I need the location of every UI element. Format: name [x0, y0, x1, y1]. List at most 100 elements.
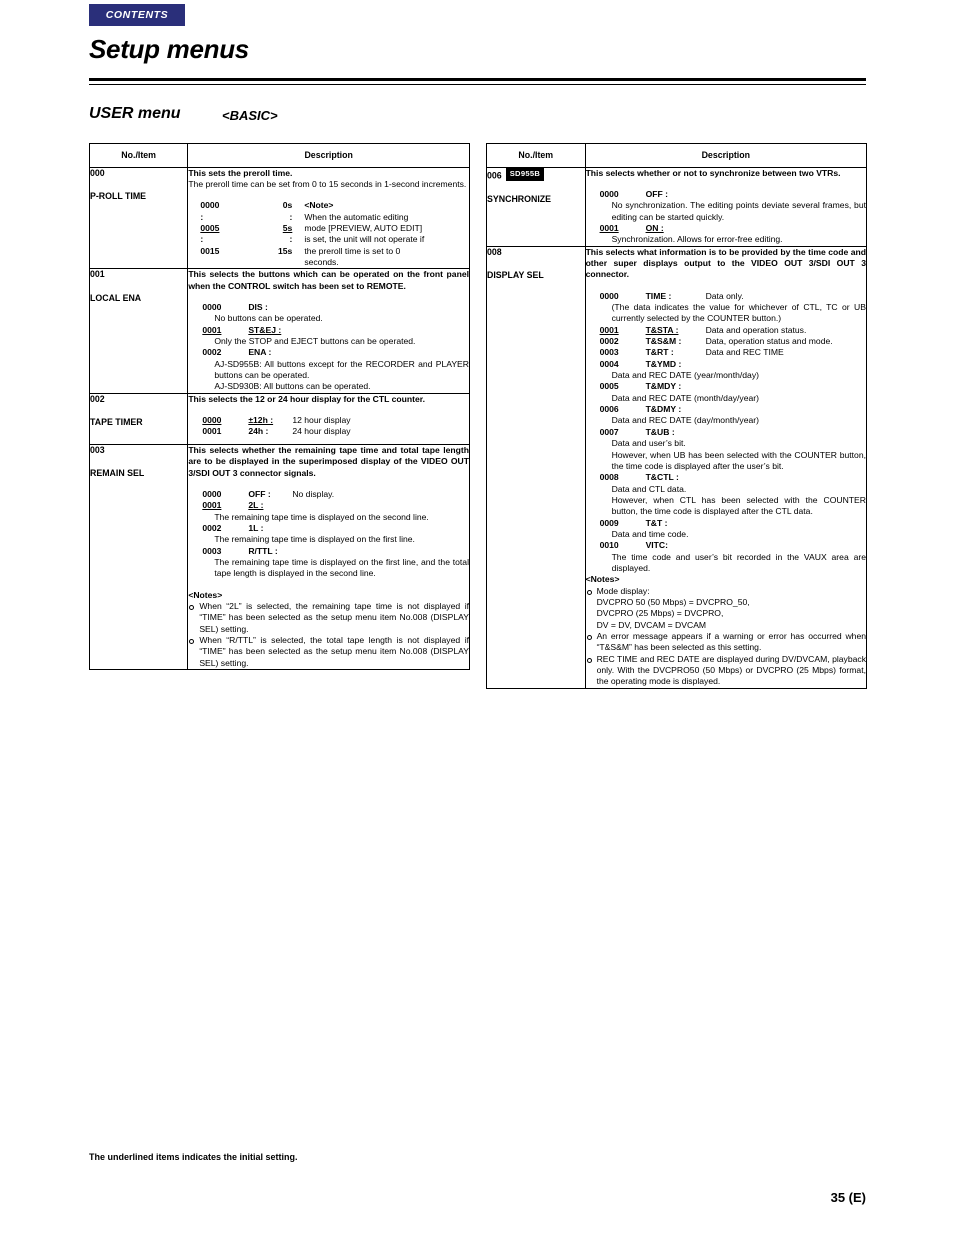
- option-value: T&RT :: [645, 347, 674, 358]
- table-row: 008 DISPLAY SEL This selects what inform…: [486, 245, 868, 689]
- item-name: P-ROLL TIME: [90, 191, 147, 202]
- item-number: 008: [487, 246, 502, 257]
- table-header-row: No./Item Description: [88, 143, 470, 168]
- notes-title: <Notes>: [188, 589, 223, 600]
- option-row: 0005 T&MDY :: [600, 381, 866, 392]
- note-item: An error message appears if a warning or…: [586, 631, 866, 654]
- section-subtitle: <BASIC>: [222, 108, 278, 123]
- description-heading: This selects the 12 or 24 hour display f…: [188, 393, 426, 404]
- header-description: Description: [187, 143, 470, 168]
- option-row: 0001 2L :: [202, 500, 469, 511]
- note-item: Mode display: DVCPRO 50 (50 Mbps) = DVCP…: [586, 586, 866, 631]
- option-code: 0002: [202, 522, 222, 533]
- note-item: REC TIME and REC DATE are displayed duri…: [586, 654, 866, 688]
- option-value: ST&EJ :: [248, 324, 282, 335]
- sd955b-badge: SD955B: [505, 167, 545, 181]
- option-code: 0000: [202, 488, 222, 499]
- preroll-note: seconds.: [304, 257, 339, 268]
- preroll-code: 0005: [200, 222, 220, 233]
- option-code: 0008: [599, 472, 619, 483]
- option-value: T&YMD :: [645, 358, 682, 369]
- footnote: The underlined items indicates the initi…: [89, 1152, 298, 1162]
- option-code: 0000: [599, 188, 619, 199]
- option-row: 0002 1L :: [202, 523, 469, 534]
- option-row: 0004 T&YMD :: [600, 359, 866, 370]
- note-item: When “R/TTL” is selected, the total tape…: [188, 635, 469, 669]
- page-title: Setup menus: [89, 34, 249, 64]
- note-item: When “2L” is selected, the remaining tap…: [188, 601, 469, 635]
- option-desc: The remaining tape time is displayed on …: [214, 534, 415, 545]
- row-description: This selects whether the remaining tape …: [187, 443, 470, 671]
- option-row: 0003 T&RT : Data and REC TIME: [600, 347, 866, 358]
- option-desc: No display.: [292, 488, 335, 499]
- item-name: SYNCHRONIZE: [487, 193, 552, 204]
- item-name: DISPLAY SEL: [487, 270, 544, 281]
- option-value: 1L :: [248, 522, 264, 533]
- option-code: 0010: [599, 540, 619, 551]
- table-row: 003 REMAIN SEL This selects whether the …: [88, 443, 470, 671]
- header-no-item: No./Item: [486, 143, 586, 168]
- preroll-note: <Note>: [304, 200, 334, 211]
- item-name: TAPE TIMER: [90, 417, 143, 428]
- preroll-value: 0s: [282, 200, 293, 211]
- option-row: 0000 TIME : Data only.: [600, 291, 866, 302]
- option-code: 0001: [202, 426, 222, 437]
- option-desc: AJ-SD955B: All buttons except for the RE…: [214, 358, 469, 381]
- option-value: ±12h :: [248, 415, 274, 426]
- user-menu-table-right: No./Item Description 006 SD955B SYNCHRONI…: [486, 143, 868, 689]
- option-value: ON :: [645, 222, 664, 233]
- option-desc: Data and user’s bit. However, when UB ha…: [611, 438, 866, 471]
- option-desc: Only the STOP and EJECT buttons can be o…: [214, 336, 416, 347]
- preroll-value: :: [289, 211, 293, 222]
- option-desc: Data and REC DATE (year/month/day): [611, 370, 759, 381]
- option-value: OFF :: [645, 188, 668, 199]
- option-inline: Data only.: [705, 290, 744, 301]
- option-code: 0001: [599, 222, 619, 233]
- option-value: 2L :: [248, 500, 264, 511]
- row-description: This sets the preroll time. The preroll …: [187, 166, 470, 270]
- table-row: 000 P-ROLL TIME This sets the preroll ti…: [88, 166, 470, 270]
- preroll-note: is set, the unit will not operate if: [304, 234, 425, 245]
- option-desc: Data and CTL data. However, when CTL has…: [611, 483, 866, 517]
- option-row: 0007 T&UB :: [600, 427, 866, 438]
- contents-tab[interactable]: CONTENTS: [89, 4, 185, 26]
- option-value: T&STA :: [645, 324, 679, 335]
- option-code: 0002: [599, 336, 619, 347]
- option-desc: The time code and user’s bit recorded in…: [611, 551, 866, 573]
- item-number: 003: [90, 444, 105, 455]
- option-value: DIS :: [248, 302, 268, 313]
- option-value: TIME :: [645, 290, 672, 301]
- preroll-value: :: [289, 234, 293, 245]
- item-number: 001: [90, 269, 105, 280]
- preroll-note: the preroll time is set to 0: [304, 245, 401, 256]
- row-no-item: 003 REMAIN SEL: [88, 443, 189, 671]
- option-code: 0000: [202, 302, 222, 313]
- option-code: 0001: [202, 500, 222, 511]
- row-description: This selects the buttons which can be op…: [187, 268, 470, 394]
- preroll-code: :: [200, 211, 204, 222]
- description-body: The preroll time can be set from 0 to 15…: [188, 178, 467, 189]
- title-rule-thin: [89, 84, 866, 85]
- preroll-note: mode [PREVIEW, AUTO EDIT]: [304, 222, 423, 233]
- option-desc: No synchronization. The editing points d…: [611, 200, 866, 222]
- option-row: 0001 24h : 24 hour display: [202, 426, 469, 437]
- option-desc: (The data indicates the value for whiche…: [611, 302, 866, 324]
- table-row: 002 TAPE TIMER This selects the 12 or 24…: [88, 392, 470, 445]
- option-row: 0002 ENA :: [202, 347, 469, 358]
- preroll-note: When the automatic editing: [304, 211, 409, 222]
- option-code: 0001: [202, 324, 222, 335]
- option-desc: No buttons can be operated.: [214, 313, 323, 324]
- option-code: 0001: [599, 324, 619, 335]
- preroll-code: 0015: [200, 245, 220, 256]
- option-row: 0001 ST&EJ :: [202, 325, 469, 336]
- option-code: 0005: [599, 381, 619, 392]
- preroll-value: 5s: [282, 222, 293, 233]
- option-code: 0003: [599, 347, 619, 358]
- description-heading: This selects what information is to be p…: [585, 246, 866, 280]
- option-value: ENA :: [248, 347, 272, 358]
- option-desc: Data and time code.: [611, 528, 689, 539]
- option-desc: 24 hour display: [292, 426, 351, 437]
- user-menu-table-left: No./Item Description 000 P-ROLL TIME Thi…: [88, 143, 470, 671]
- option-code: 0000: [202, 415, 222, 426]
- option-value: T&T :: [645, 517, 668, 528]
